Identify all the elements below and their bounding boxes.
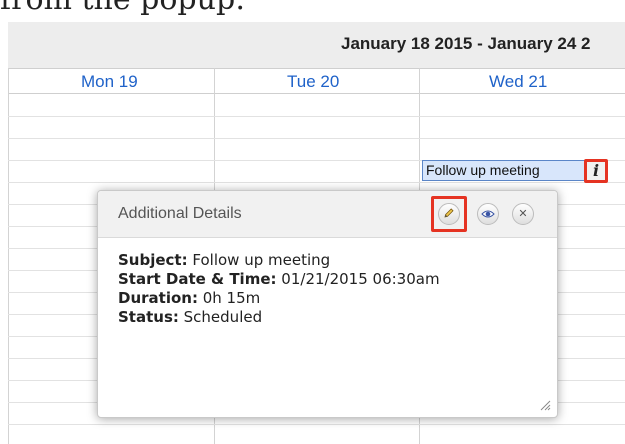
- calendar-event-follow-up-meeting[interactable]: Follow up meeting: [422, 160, 586, 181]
- time-slot-line: [8, 138, 625, 139]
- time-slot-line: [8, 182, 625, 183]
- day-header-tue-20[interactable]: Tue 20: [287, 72, 339, 92]
- detail-label: Duration:: [118, 289, 198, 307]
- event-info-button[interactable]: i: [584, 159, 608, 183]
- detail-value: Follow up meeting: [192, 251, 331, 269]
- edit-button[interactable]: [438, 203, 460, 225]
- detail-label: Start Date & Time:: [118, 270, 277, 288]
- detail-start-datetime: Start Date & Time: 01/21/2015 06:30am: [118, 270, 440, 289]
- detail-label: Status:: [118, 308, 179, 326]
- detail-value: Scheduled: [183, 308, 263, 326]
- popup-header: Additional Details ✕: [98, 191, 557, 238]
- doc-heading-fragment: from the popup:: [0, 0, 245, 17]
- additional-details-popup: Additional Details ✕ Subject: Follow up …: [97, 190, 558, 418]
- pencil-icon: [444, 208, 454, 218]
- view-button[interactable]: [477, 203, 499, 225]
- detail-subject: Subject: Follow up meeting: [118, 251, 440, 270]
- popup-title: Additional Details: [118, 205, 242, 222]
- detail-status: Status: Scheduled: [118, 308, 440, 327]
- eye-icon: [481, 210, 495, 218]
- detail-value: 0h 15m: [202, 289, 261, 307]
- day-header-row: Mon 19 Tue 20 Wed 21: [8, 68, 625, 94]
- close-icon: ✕: [518, 207, 528, 220]
- detail-value: 01/21/2015 06:30am: [281, 270, 440, 288]
- detail-label: Subject:: [118, 251, 188, 269]
- time-slot-line: [8, 424, 625, 425]
- day-header-wed-21[interactable]: Wed 21: [489, 72, 547, 92]
- column-divider: [8, 68, 9, 444]
- popup-details: Subject: Follow up meeting Start Date & …: [118, 251, 440, 327]
- detail-duration: Duration: 0h 15m: [118, 289, 440, 308]
- calendar-range-title: January 18 2015 - January 24 2: [341, 34, 591, 53]
- time-slot-line: [8, 116, 625, 117]
- edit-button-highlight: [431, 196, 467, 232]
- calendar-header: January 18 2015 - January 24 2: [8, 22, 625, 68]
- resize-grip-icon[interactable]: [539, 399, 551, 411]
- day-header-mon-19[interactable]: Mon 19: [81, 72, 138, 92]
- close-button[interactable]: ✕: [512, 203, 534, 225]
